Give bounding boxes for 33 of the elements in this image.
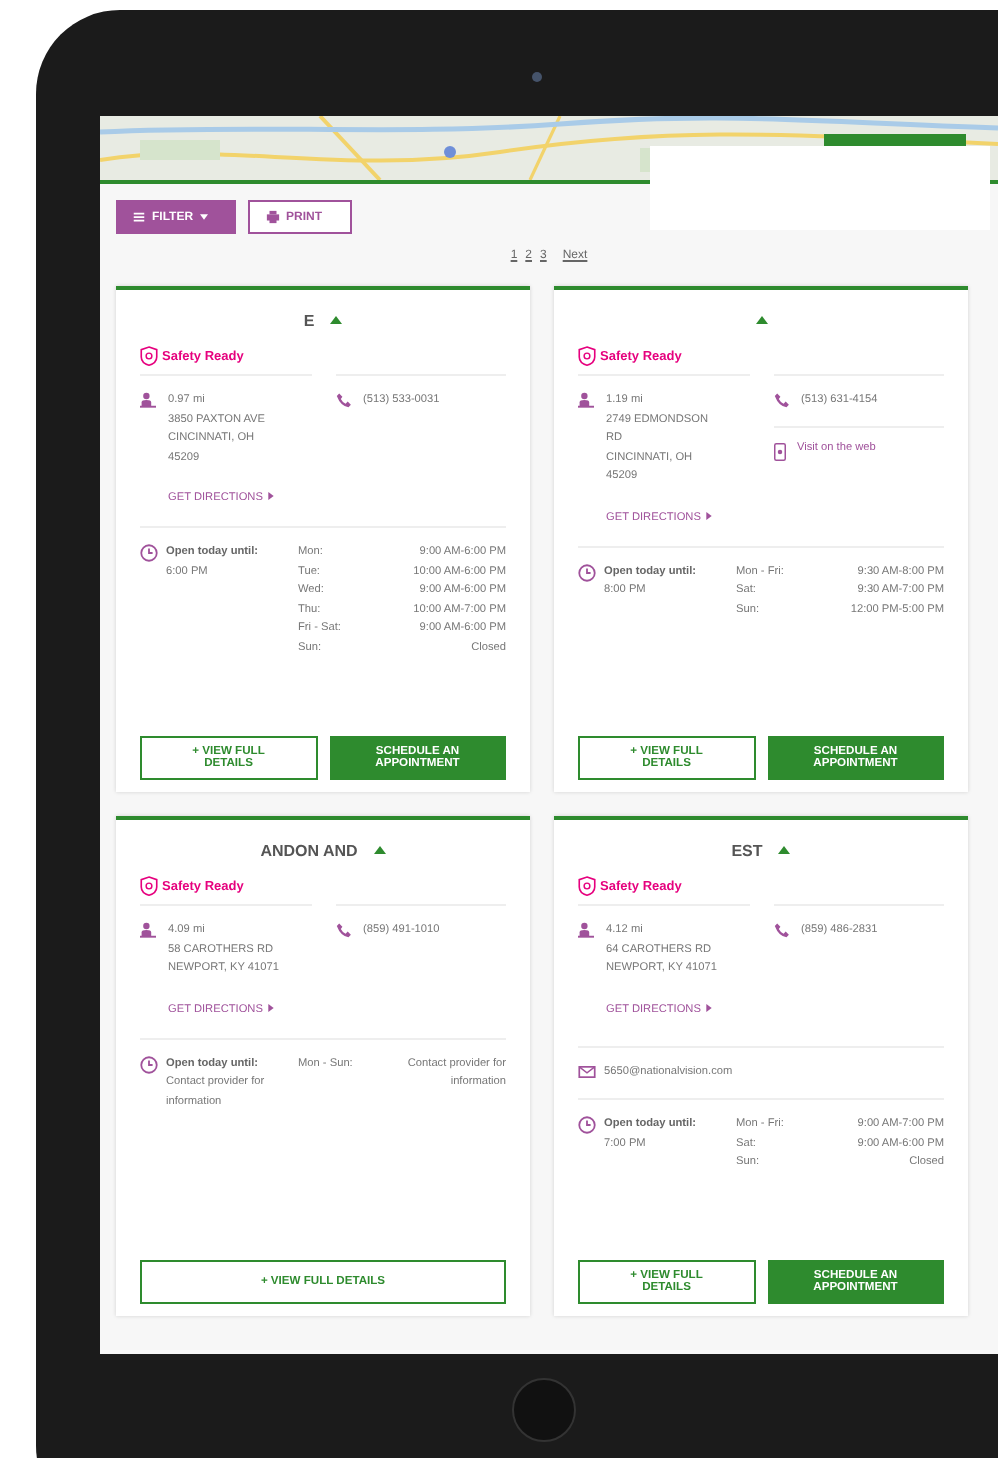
collapse-icon[interactable] (330, 316, 343, 324)
sliders-icon (132, 210, 146, 224)
caret-icon (268, 1003, 275, 1011)
shield-icon (578, 876, 596, 896)
caret-icon (706, 1003, 713, 1011)
mobile-device-icon (773, 441, 785, 461)
camera-icon (532, 72, 542, 82)
person-pin-icon (578, 922, 594, 938)
phone-icon (773, 392, 789, 408)
caret-icon (706, 511, 713, 519)
person-pin-icon (578, 392, 594, 408)
clock-icon (578, 1116, 596, 1134)
phone-icon (335, 392, 351, 408)
location-title: ANDON AND (260, 841, 358, 859)
shield-icon (140, 876, 158, 896)
phone-icon (773, 922, 789, 938)
location-title: E (303, 311, 315, 329)
clock-icon (140, 544, 158, 562)
person-pin-icon (140, 392, 156, 408)
caret-icon (199, 214, 208, 220)
person-pin-icon (140, 922, 156, 938)
shield-icon (140, 346, 158, 366)
collapse-icon[interactable] (755, 316, 767, 324)
printer-icon (266, 210, 280, 224)
shield-icon (578, 346, 596, 366)
clock-icon (578, 563, 596, 581)
clock-icon (140, 1055, 158, 1073)
caret-icon (268, 492, 275, 500)
phone-icon (335, 922, 351, 938)
location-title: EST (731, 841, 763, 859)
collapse-icon[interactable] (778, 846, 791, 854)
collapse-icon[interactable] (373, 846, 386, 854)
envelope-icon (578, 1066, 596, 1079)
